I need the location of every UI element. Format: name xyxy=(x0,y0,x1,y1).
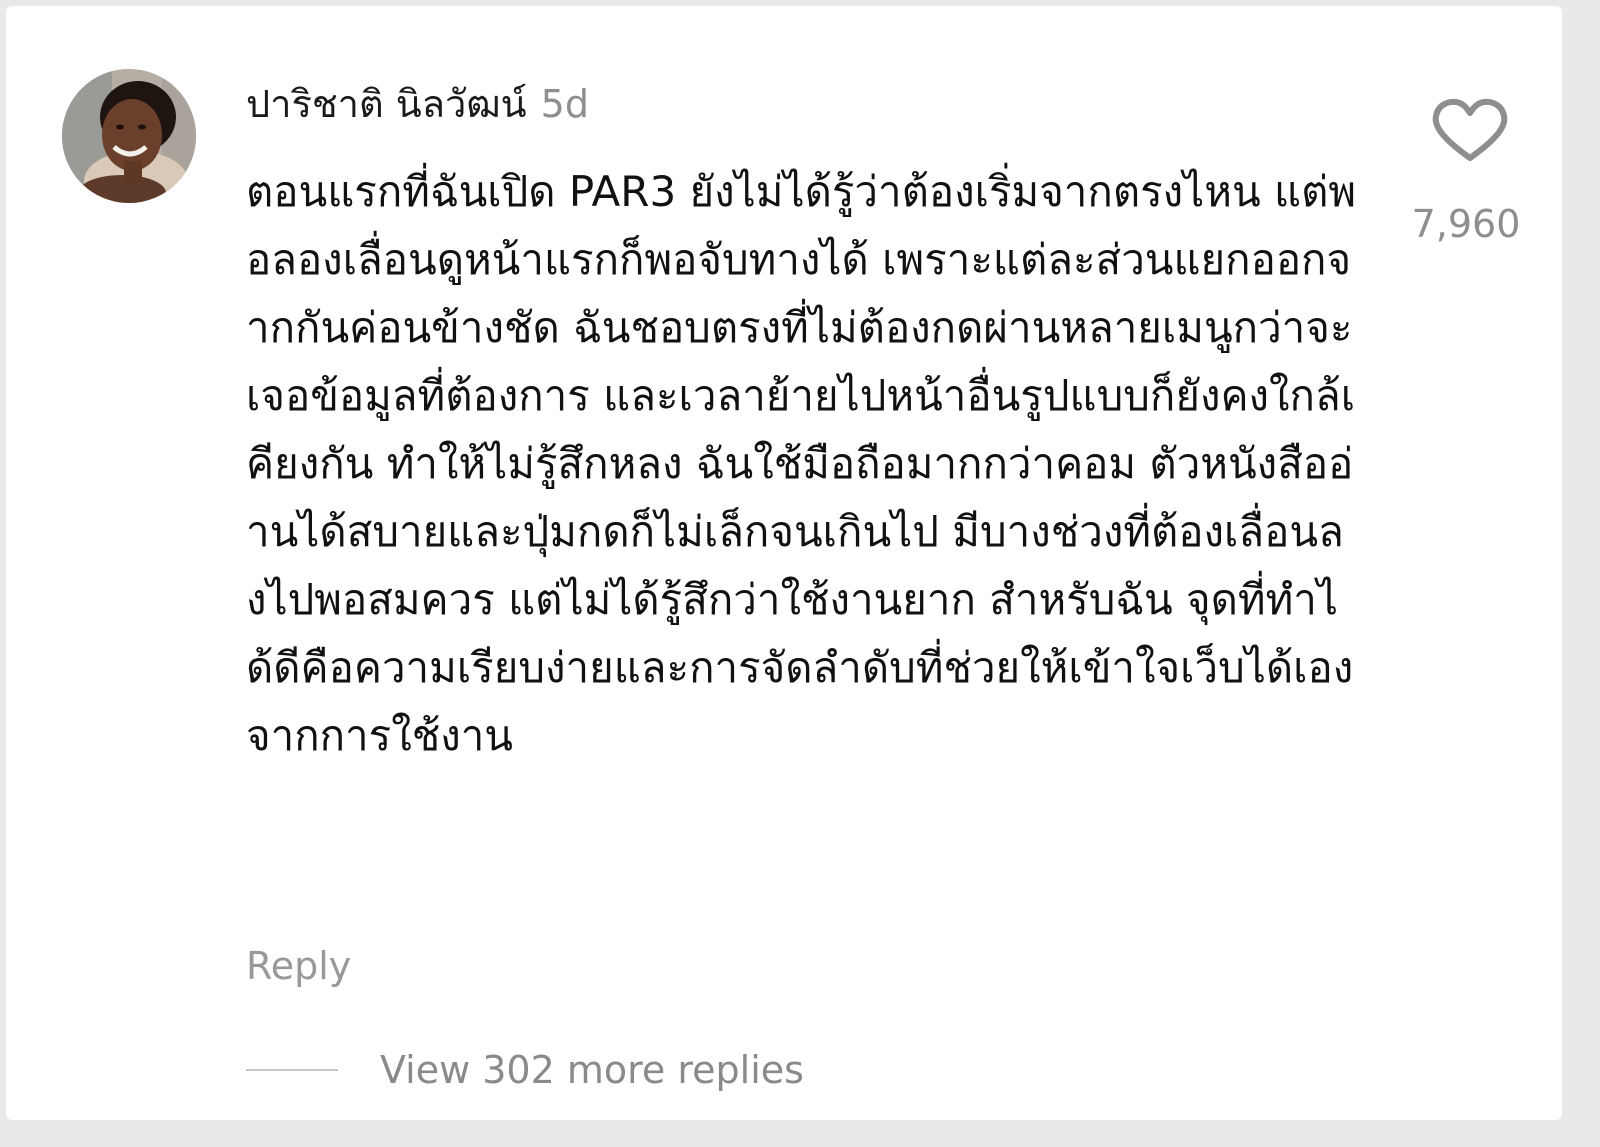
replies-divider xyxy=(246,1069,338,1071)
reply-button[interactable]: Reply xyxy=(246,940,351,992)
view-replies-label: View 302 more replies xyxy=(380,1048,804,1092)
heart-outline-icon xyxy=(1432,98,1508,161)
like-count: 7,960 xyxy=(1411,202,1521,246)
timestamp: 5d xyxy=(540,82,589,126)
comment-text: ตอนแรกที่ฉันเปิด PAR3 ยังไม่ได้รู้ว่าต้อ… xyxy=(246,167,1357,760)
like-button[interactable] xyxy=(1430,98,1510,164)
view-replies-button[interactable]: View 302 more replies xyxy=(246,1042,804,1098)
comment-card: ปาริชาติ นิลวัฒน์ 5d ตอนแรกที่ฉันเปิด PAR… xyxy=(6,6,1562,1120)
username[interactable]: ปาริชาติ นิลวัฒน์ xyxy=(246,82,527,126)
avatar[interactable] xyxy=(62,69,196,203)
comment-header: ปาริชาติ นิลวัฒน์ 5d xyxy=(246,78,589,130)
avatar-image xyxy=(62,69,196,203)
